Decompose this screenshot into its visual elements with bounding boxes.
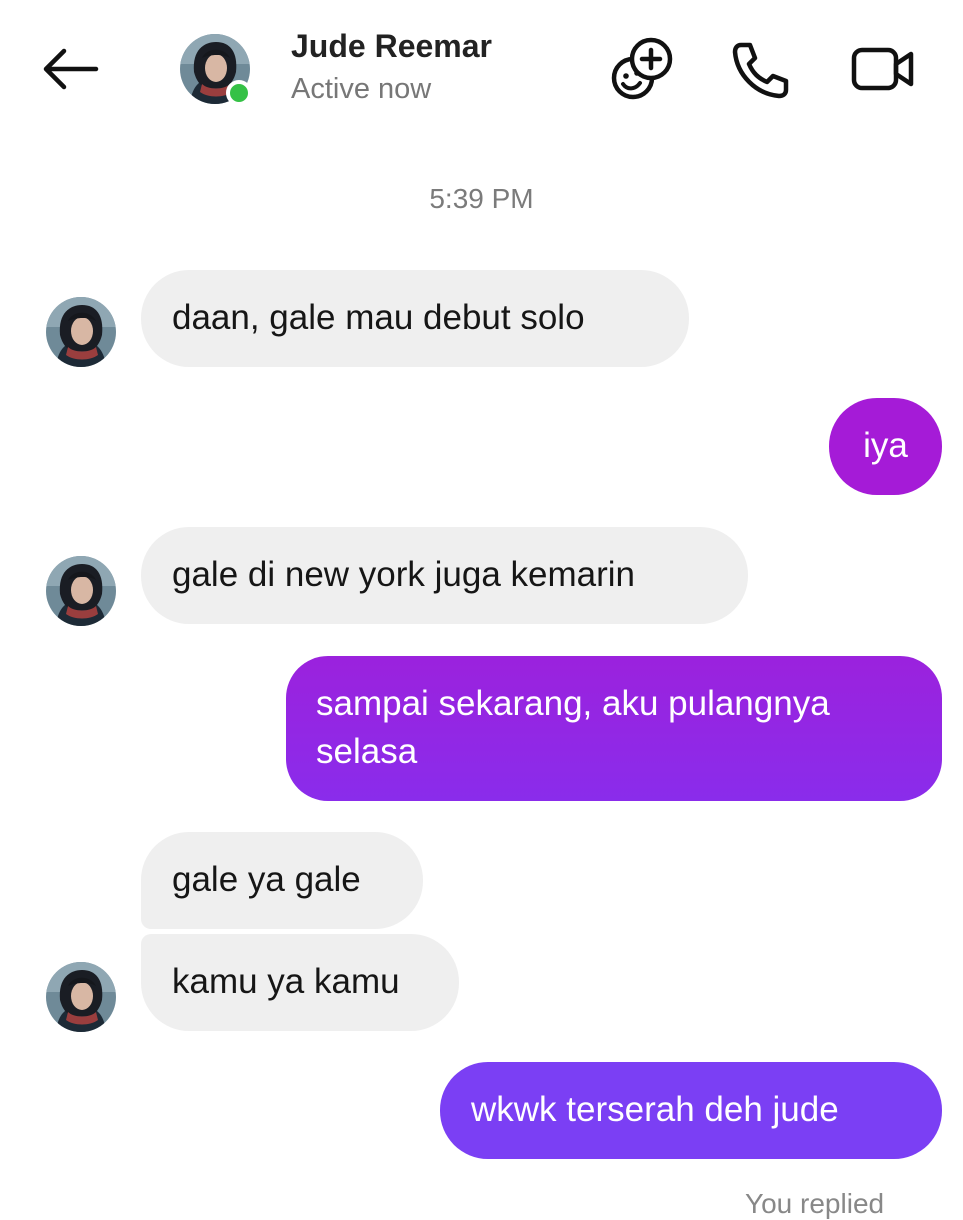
message-text: daan, gale mau debut solo (172, 298, 585, 337)
message-text: iya (863, 426, 908, 465)
message-bubble-outgoing[interactable]: sampai sekarang, aku pulangnya selasa (286, 656, 942, 801)
avatar-image (46, 556, 116, 626)
effects-plus-icon[interactable] (609, 36, 675, 102)
message-bubble-incoming[interactable]: kamu ya kamu (141, 934, 459, 1031)
chat-header: Jude Reemar Active now (0, 0, 963, 140)
message-text: gale ya gale (172, 860, 361, 899)
sender-avatar[interactable] (46, 556, 116, 626)
phone-icon[interactable] (727, 36, 793, 102)
message-bubble-incoming[interactable]: gale ya gale (141, 832, 423, 929)
message-bubble-outgoing[interactable]: wkwk terserah deh jude (440, 1062, 942, 1159)
avatar-image (46, 962, 116, 1032)
message-text-line: sampai sekarang, aku pulangnya (316, 684, 830, 723)
seen-status: You replied (745, 1188, 885, 1219)
online-indicator (226, 80, 252, 106)
active-status: Active now (291, 73, 432, 105)
message-text: gale di new york juga kemarin (172, 555, 636, 594)
message-text: wkwk terserah deh jude (471, 1090, 839, 1129)
message-text-line: selasa (316, 732, 418, 771)
contact-name[interactable]: Jude Reemar (291, 28, 492, 65)
message-bubble-outgoing[interactable]: iya (829, 398, 942, 495)
message-bubble-incoming[interactable]: gale di new york juga kemarin (141, 527, 748, 624)
sender-avatar[interactable] (46, 962, 116, 1032)
avatar-image (46, 297, 116, 367)
message-text: kamu ya kamu (172, 962, 400, 1001)
sender-avatar[interactable] (46, 297, 116, 367)
message-timestamp: 5:39 PM (429, 183, 534, 214)
video-camera-icon[interactable] (850, 36, 916, 102)
back-arrow-icon[interactable] (38, 45, 102, 93)
message-bubble-incoming[interactable]: daan, gale mau debut solo (141, 270, 689, 367)
